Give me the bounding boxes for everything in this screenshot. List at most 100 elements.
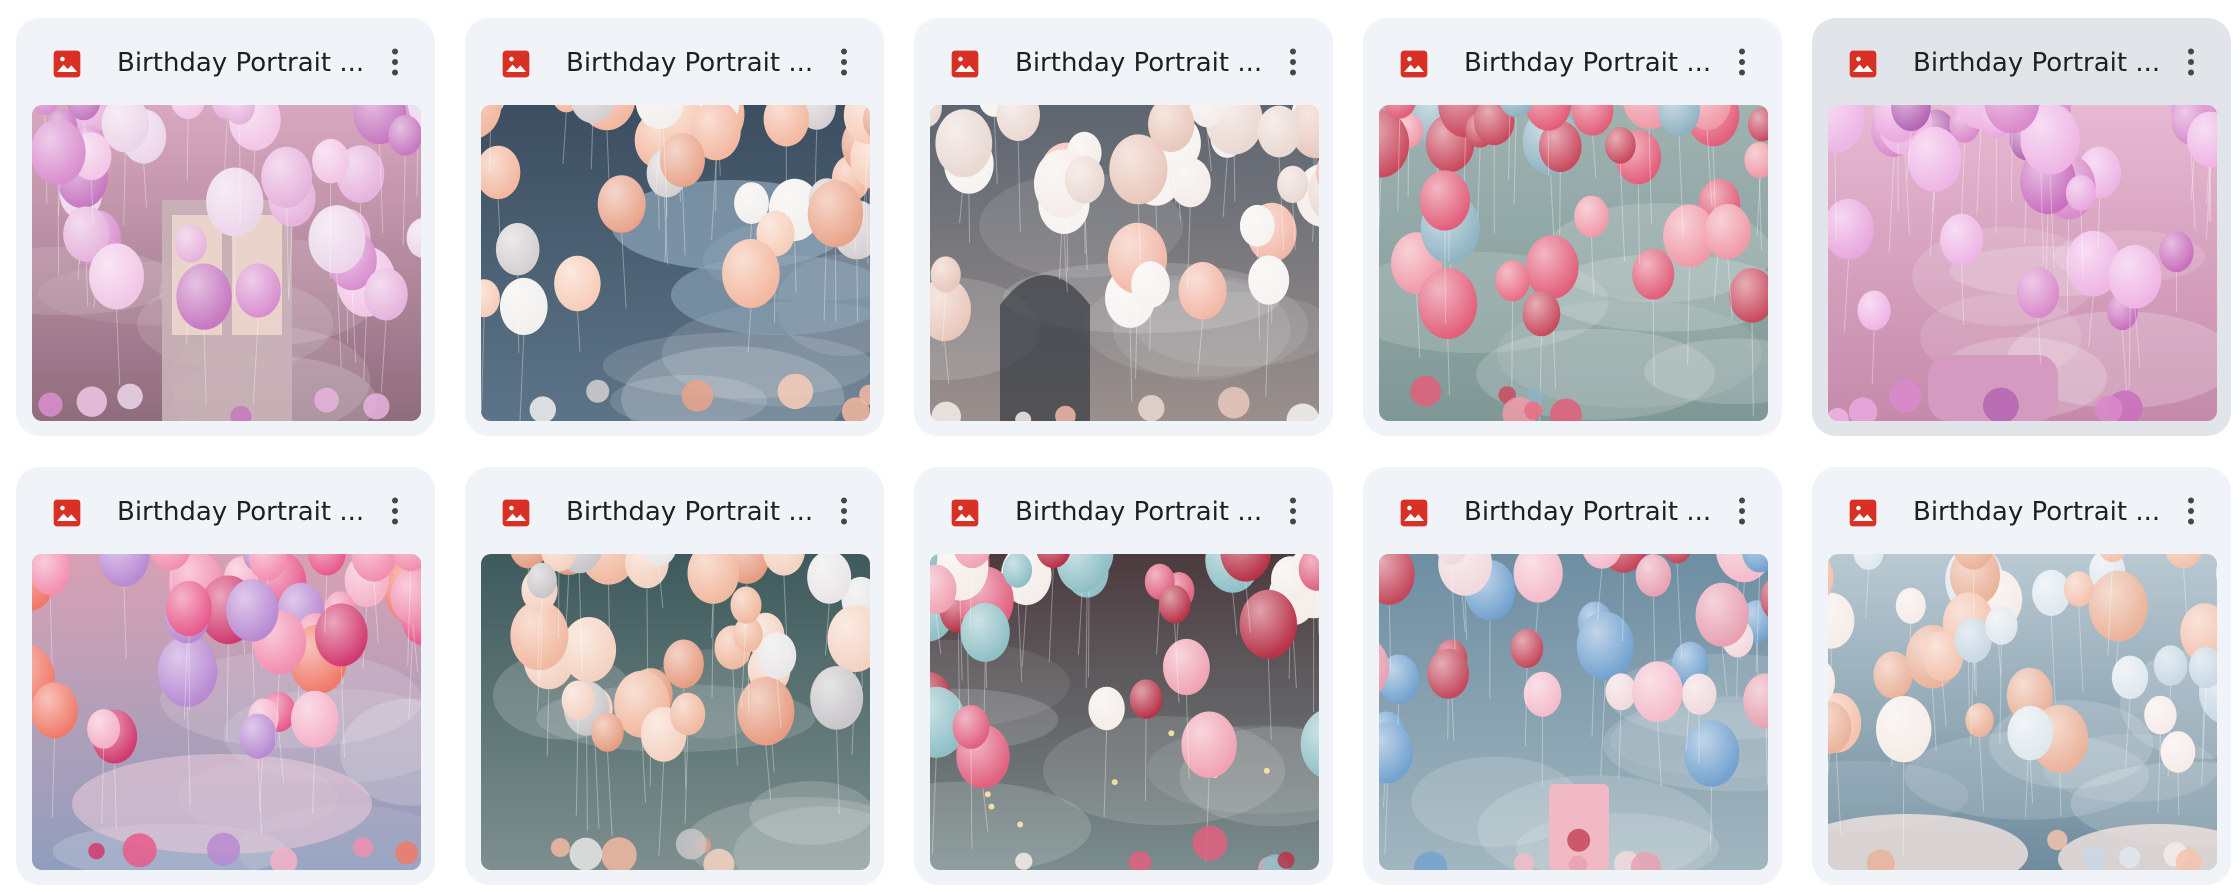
file-thumbnail[interactable] [1828,105,2217,421]
balloon-highlight [960,602,1010,662]
file-thumbnail[interactable] [1828,554,2217,870]
balloon-highlight [1129,679,1163,719]
balloon-highlight [1940,213,1984,266]
more-actions-button[interactable] [1718,487,1766,535]
flower-cluster [1138,395,1165,421]
balloon-highlight [591,712,624,752]
balloon-highlight [1907,126,1962,192]
more-actions-button[interactable] [371,487,419,535]
light-dot [1111,779,1118,786]
balloon-highlight [2007,705,2053,761]
file-card[interactable]: Birthday Portrait ... [16,18,435,436]
file-title: Birthday Portrait ... [1913,48,2161,78]
balloon-highlight [176,263,232,330]
balloon-highlight [810,666,864,730]
file-thumbnail[interactable] [1379,554,1768,870]
file-card[interactable]: Birthday Portrait ... [1812,18,2231,436]
balloon-highlight [1064,155,1105,204]
flower-cluster [550,838,570,858]
file-thumbnail[interactable] [32,105,421,421]
balloon-highlight [597,175,646,233]
file-card-header: Birthday Portrait ... [914,467,1333,555]
balloon-highlight [1419,170,1470,231]
file-card[interactable]: Birthday Portrait ... [16,467,435,885]
more-actions-button[interactable] [1718,38,1766,86]
image-file-icon [51,497,83,529]
file-title: Birthday Portrait ... [117,497,365,527]
balloon-highlight [495,223,540,276]
balloon-highlight [561,680,595,720]
file-thumbnail[interactable] [481,554,870,870]
flower-cluster [1524,401,1543,420]
more-actions-button[interactable] [820,38,868,86]
balloon-string [856,259,858,322]
more-actions-button[interactable] [2167,38,2215,86]
balloon-highlight [1418,268,1478,339]
balloon-highlight [1605,127,1636,164]
balloon-highlight [1510,628,1544,668]
balloon-highlight [2160,731,2196,773]
file-card[interactable]: Birthday Portrait ... [465,18,884,436]
balloon-highlight [670,692,706,736]
balloon-highlight [2144,695,2177,735]
file-thumbnail[interactable] [1379,105,1768,421]
balloon-highlight [1523,671,1562,717]
balloon-highlight [315,603,368,667]
file-card[interactable]: Birthday Portrait ... [1363,467,1782,885]
file-thumbnail[interactable] [930,554,1319,870]
file-card[interactable]: Birthday Portrait ... [1812,467,2231,885]
balloon-string [1407,148,1410,197]
flower-cluster [2047,829,2068,851]
balloon-highlight [2108,244,2162,309]
file-card[interactable]: Birthday Portrait ... [914,467,1333,885]
balloon-highlight [561,617,617,683]
more-actions-button[interactable] [1269,487,1317,535]
flower-cluster [1192,825,1228,861]
balloon-highlight [1635,554,1672,597]
balloon-highlight [935,109,993,178]
flower-cluster [314,387,339,413]
image-file-icon [500,497,532,529]
file-card-header: Birthday Portrait ... [16,467,435,555]
file-thumbnail[interactable] [32,554,421,870]
balloon-highlight [226,579,279,642]
file-thumbnail[interactable] [481,105,870,421]
file-card[interactable]: Birthday Portrait ... [1363,18,1782,436]
balloon-highlight [1239,204,1275,247]
balloon-string [1149,307,1151,352]
balloon-highlight [757,632,797,679]
flower-cluster [1888,380,1922,413]
file-grid: Birthday Portrait ... Birthday Portrait … [0,0,2240,892]
balloon-highlight [1427,648,1469,699]
balloon-highlight [2016,267,2060,318]
flower-cluster [353,837,373,858]
balloon-highlight [2065,175,2096,211]
flower-cluster [1567,828,1591,852]
more-actions-button[interactable] [820,487,868,535]
balloon-string [186,119,189,181]
balloon-string [188,635,190,711]
more-actions-button[interactable] [1269,38,1317,86]
balloon-highlight [930,256,961,293]
flower-cluster [1218,386,1250,419]
file-card-header: Birthday Portrait ... [1812,18,2231,106]
file-thumbnail[interactable] [930,105,1319,421]
balloon-highlight [1876,696,1932,763]
more-actions-button[interactable] [2167,487,2215,535]
image-file-icon [949,48,981,80]
balloon-highlight [1985,606,2018,645]
file-card-header: Birthday Portrait ... [465,18,884,106]
flower-cluster [586,379,610,403]
file-title: Birthday Portrait ... [1015,48,1263,78]
balloon-string [968,193,971,243]
file-card-header: Birthday Portrait ... [1363,18,1782,106]
balloon-highlight [554,255,601,312]
file-card[interactable]: Birthday Portrait ... [465,467,884,885]
file-card[interactable]: Birthday Portrait ... [914,18,1333,436]
more-actions-button[interactable] [371,38,419,86]
window-arch [1000,275,1090,421]
balloon-highlight [235,263,281,318]
balloon-highlight [291,690,339,748]
balloon-highlight [89,243,144,310]
balloon-highlight [2159,231,2194,273]
